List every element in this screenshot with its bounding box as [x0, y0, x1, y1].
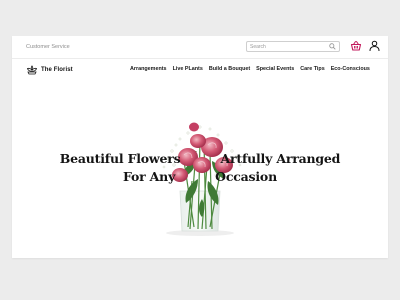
nav-item-care-tips[interactable]: Care Tips	[300, 66, 324, 72]
hero-headline-line2: For Any Occasion	[12, 169, 388, 184]
brand-logo[interactable]: The Florist	[26, 64, 73, 75]
user-icon[interactable]	[369, 40, 380, 52]
browser-page: Customer Service Search The Florist Arra…	[12, 36, 388, 258]
search-input[interactable]	[250, 43, 324, 50]
hero-banner: Beautiful Flowers Artfully Arranged For A…	[12, 81, 388, 258]
flower-logo-icon	[27, 65, 37, 75]
hero-line1-right: Artfully Arranged	[220, 151, 341, 166]
search-box[interactable]	[246, 41, 340, 52]
hero-headline-line1: Beautiful Flowers Artfully Arranged	[12, 151, 388, 166]
shopping-basket-icon[interactable]	[350, 40, 362, 52]
nav-item-special-events[interactable]: Special Events	[256, 66, 294, 72]
search-icon[interactable]	[329, 43, 336, 50]
hero-line2-left: For Any	[123, 169, 176, 184]
brand-name: The Florist	[41, 66, 73, 73]
hero-line1-left: Beautiful Flowers	[59, 151, 181, 166]
nav-item-arrangements[interactable]: Arrangements	[130, 66, 167, 72]
main-navigation: The Florist Arrangements Live PLants Bui…	[12, 59, 388, 81]
nav-item-eco-conscious[interactable]: Eco-Conscious	[331, 66, 370, 72]
hero-line2-right: Occasion	[215, 169, 277, 184]
nav-item-live-plants[interactable]: Live PLants	[173, 66, 203, 72]
nav-menu: Arrangements Live PLants Build a Bouquet…	[130, 66, 370, 72]
customer-service-link[interactable]: Customer Service	[26, 44, 70, 50]
utility-bar: Customer Service	[12, 36, 388, 58]
nav-item-build-a-bouquet[interactable]: Build a Bouquet	[209, 66, 250, 72]
